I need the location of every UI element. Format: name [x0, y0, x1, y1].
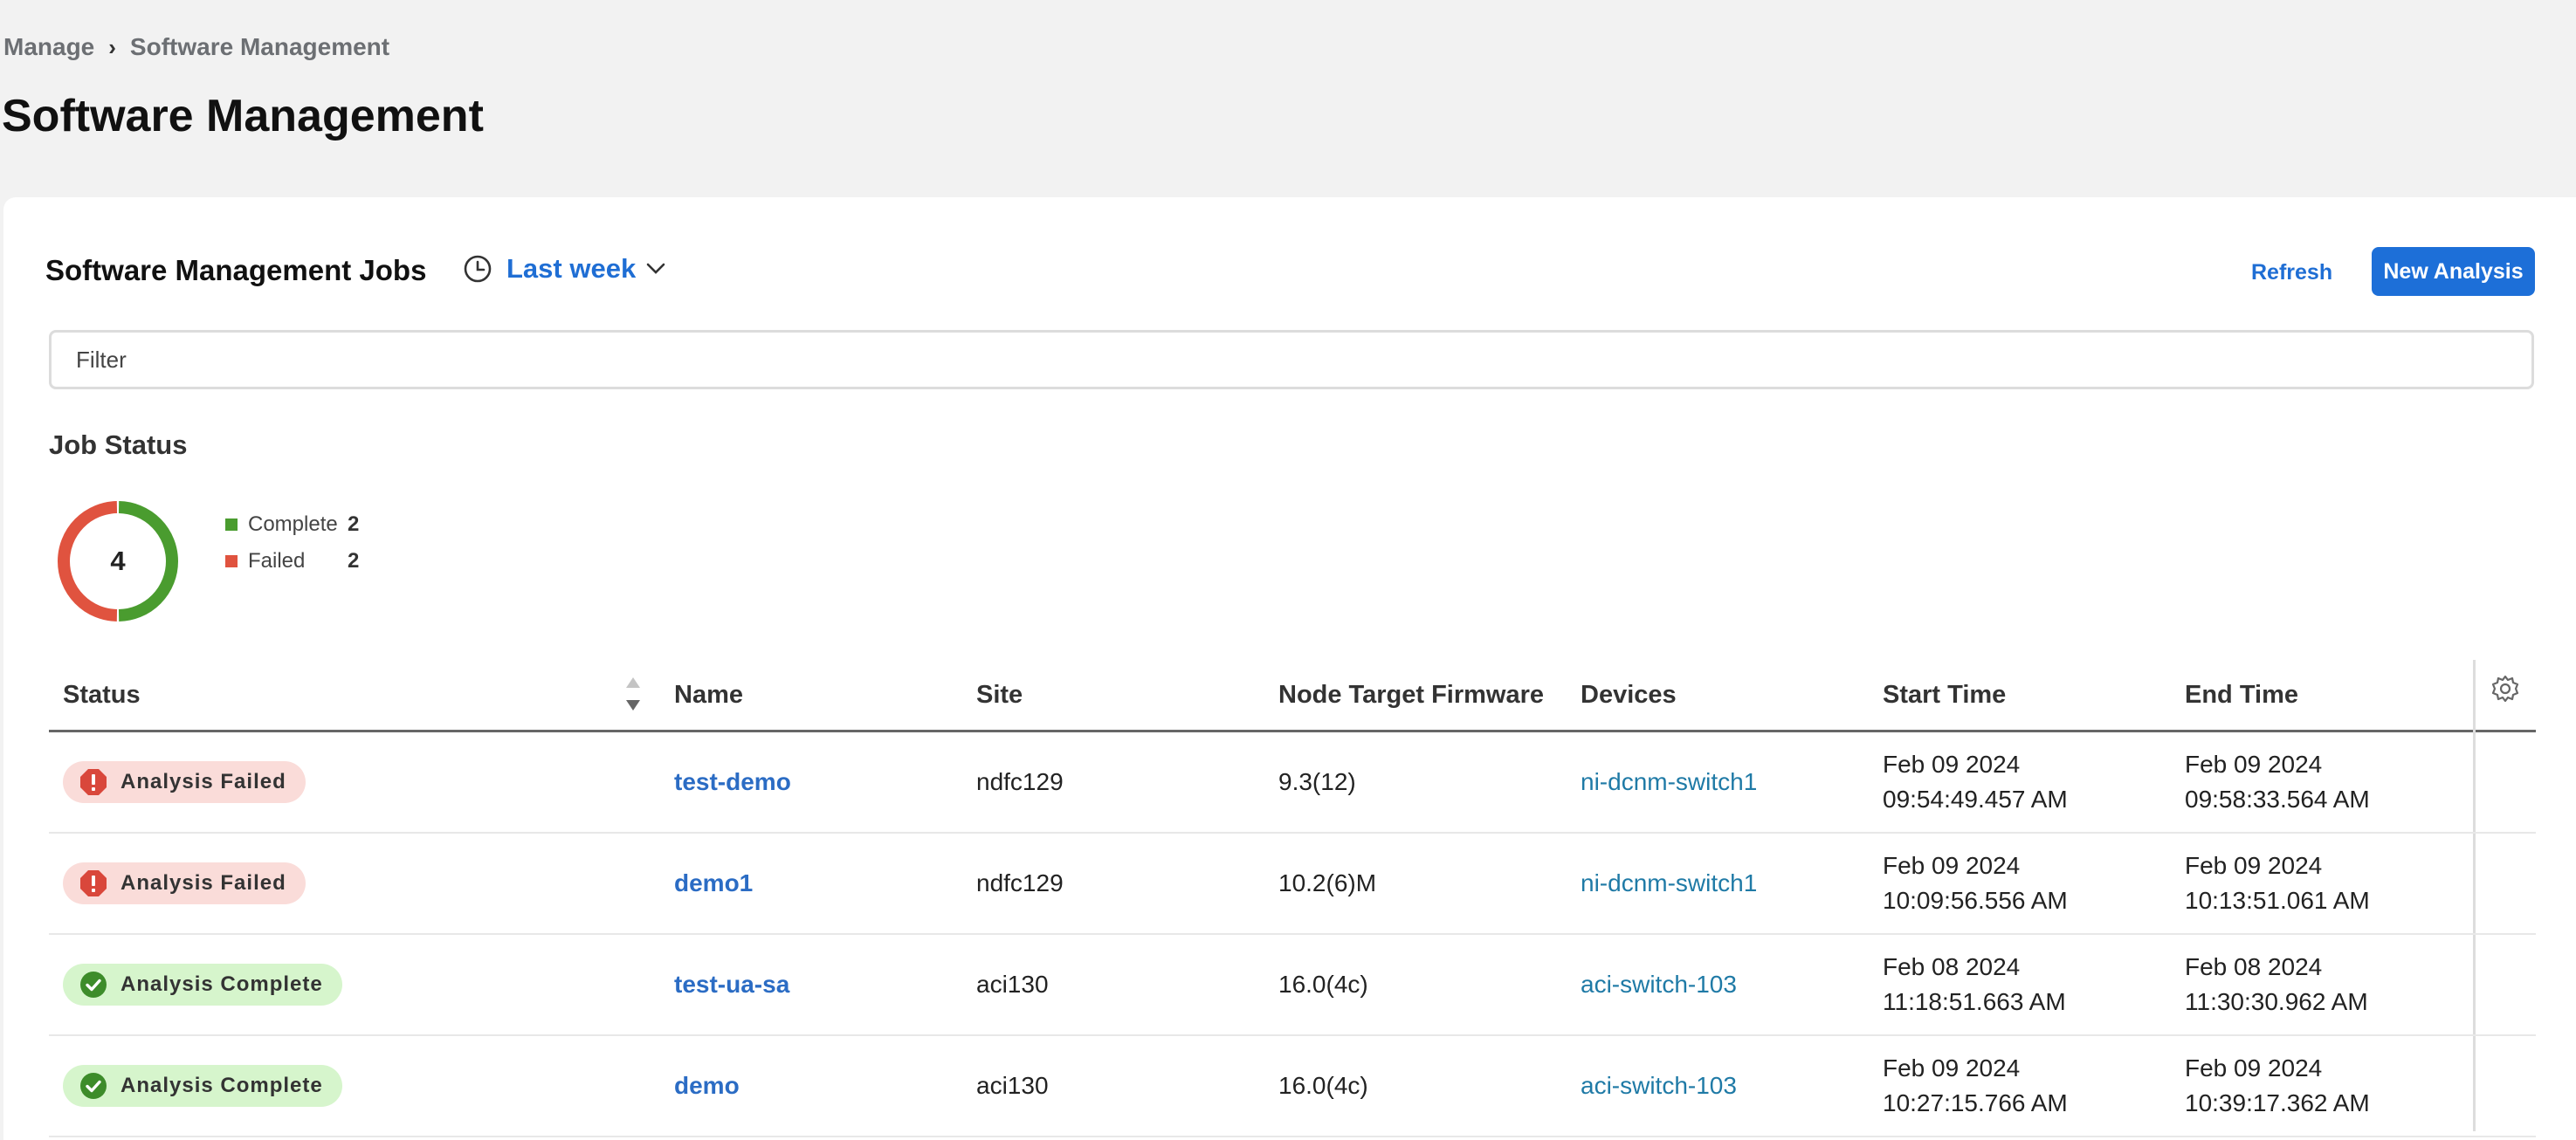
job-status-heading: Job Status [49, 429, 188, 460]
clock-icon [464, 255, 492, 283]
start-time: 10:27:15.766 AM [1883, 1089, 2068, 1116]
site-cell: ndfc129 [976, 869, 1064, 896]
legend-item-failed[interactable]: Failed 2 [225, 543, 359, 580]
filter-input[interactable] [49, 330, 2534, 389]
status-label: Analysis Failed [121, 871, 286, 895]
column-header-site[interactable]: Site [976, 660, 1023, 730]
legend-swatch-complete [225, 518, 238, 531]
start-date: Feb 09 2024 [1883, 852, 2021, 879]
start-time-cell: Feb 09 2024 10:09:56.556 AM [1883, 834, 2068, 933]
table-row[interactable]: Analysis Failed test-demo ndfc129 9.3(12… [49, 732, 2536, 834]
end-time: 10:13:51.061 AM [2185, 887, 2370, 914]
job-name-link[interactable]: test-demo [674, 768, 791, 796]
firmware-cell: 9.3(12) [1278, 768, 1356, 795]
end-date: Feb 09 2024 [2185, 751, 2323, 778]
start-date: Feb 09 2024 [1883, 1054, 2021, 1082]
legend-item-complete[interactable]: Complete 2 [225, 506, 359, 543]
job-status-legend: Complete 2 Failed 2 [225, 506, 359, 580]
device-link[interactable]: aci-switch-103 [1581, 1072, 1737, 1100]
device-link[interactable]: ni-dcnm-switch1 [1581, 869, 1757, 897]
error-octagon-icon [80, 769, 107, 795]
chevron-down-icon [646, 263, 665, 274]
check-circle-icon [80, 1073, 107, 1099]
start-time-cell: Feb 08 2024 11:18:51.663 AM [1883, 935, 2066, 1034]
end-time-cell: Feb 08 2024 11:30:30.962 AM [2185, 935, 2368, 1034]
device-link[interactable]: ni-dcnm-switch1 [1581, 768, 1757, 796]
start-date: Feb 09 2024 [1883, 751, 2021, 778]
table-body: Analysis Failed test-demo ndfc129 9.3(12… [49, 732, 2536, 1137]
legend-label: Failed [248, 549, 306, 573]
refresh-button[interactable]: Refresh [2235, 250, 2348, 296]
end-time: 11:30:30.962 AM [2185, 988, 2368, 1015]
status-label: Analysis Complete [121, 1074, 323, 1097]
breadcrumb: Manage › Software Management [3, 33, 389, 61]
table-row[interactable]: Analysis Complete demo aci130 16.0(4c) a… [49, 1036, 2536, 1137]
start-time: 11:18:51.663 AM [1883, 988, 2066, 1015]
table-row[interactable]: Analysis Complete test-ua-sa aci130 16.0… [49, 935, 2536, 1036]
end-date: Feb 09 2024 [2185, 1054, 2323, 1082]
job-name-link[interactable]: demo1 [674, 869, 753, 897]
table-row[interactable]: Analysis Failed demo1 ndfc129 10.2(6)M n… [49, 834, 2536, 935]
page-title: Software Management [2, 91, 484, 141]
firmware-cell: 10.2(6)M [1278, 869, 1377, 896]
table-header: Status Name Site Node Target Firmware De… [49, 660, 2536, 1131]
end-time: 09:58:33.564 AM [2185, 786, 2370, 813]
device-link[interactable]: aci-switch-103 [1581, 971, 1737, 999]
column-header-devices[interactable]: Devices [1581, 660, 1677, 730]
end-time-cell: Feb 09 2024 10:13:51.061 AM [2185, 834, 2370, 933]
job-status-total: 4 [110, 546, 126, 576]
end-time: 10:39:17.362 AM [2185, 1089, 2370, 1116]
new-analysis-button[interactable]: New Analysis [2372, 247, 2535, 296]
jobs-title: Software Management Jobs [45, 254, 427, 286]
end-date: Feb 08 2024 [2185, 953, 2323, 980]
breadcrumb-current: Software Management [129, 33, 390, 60]
start-time: 09:54:49.457 AM [1883, 786, 2068, 813]
breadcrumb-parent[interactable]: Manage [3, 33, 94, 61]
breadcrumb-separator: › [108, 33, 116, 60]
legend-swatch-failed [225, 555, 238, 567]
legend-label: Complete [248, 512, 338, 536]
job-name-link[interactable]: test-ua-sa [674, 971, 789, 999]
status-label: Analysis Failed [121, 770, 286, 793]
start-time-cell: Feb 09 2024 09:54:49.457 AM [1883, 732, 2068, 832]
status-badge: Analysis Failed [63, 862, 306, 904]
start-date: Feb 08 2024 [1883, 953, 2021, 980]
column-header-firmware[interactable]: Node Target Firmware [1278, 660, 1544, 730]
firmware-cell: 16.0(4c) [1278, 971, 1368, 998]
sort-icon[interactable] [625, 676, 641, 712]
job-name-link[interactable]: demo [674, 1072, 740, 1100]
column-header-start-time[interactable]: Start Time [1883, 660, 2006, 730]
jobs-table: Status Name Site Node Target Firmware De… [49, 660, 2536, 1137]
column-header-name[interactable]: Name [674, 660, 743, 730]
column-header-status[interactable]: Status [63, 660, 141, 730]
status-label: Analysis Complete [121, 972, 323, 996]
legend-count: 2 [348, 549, 360, 573]
gear-icon[interactable] [2490, 674, 2520, 704]
status-badge: Analysis Complete [63, 964, 342, 1006]
start-time: 10:09:56.556 AM [1883, 887, 2068, 914]
time-range-selector[interactable]: Last week [463, 253, 679, 285]
error-octagon-icon [80, 870, 107, 896]
legend-count: 2 [348, 512, 360, 536]
end-time-cell: Feb 09 2024 09:58:33.564 AM [2185, 732, 2370, 832]
check-circle-icon [80, 972, 107, 998]
site-cell: ndfc129 [976, 768, 1064, 795]
status-badge: Analysis Failed [63, 761, 306, 803]
column-header-end-time[interactable]: End Time [2185, 660, 2298, 730]
status-badge: Analysis Complete [63, 1065, 342, 1107]
time-range-label: Last week [506, 253, 637, 284]
site-cell: aci130 [976, 971, 1049, 998]
end-date: Feb 09 2024 [2185, 852, 2323, 879]
